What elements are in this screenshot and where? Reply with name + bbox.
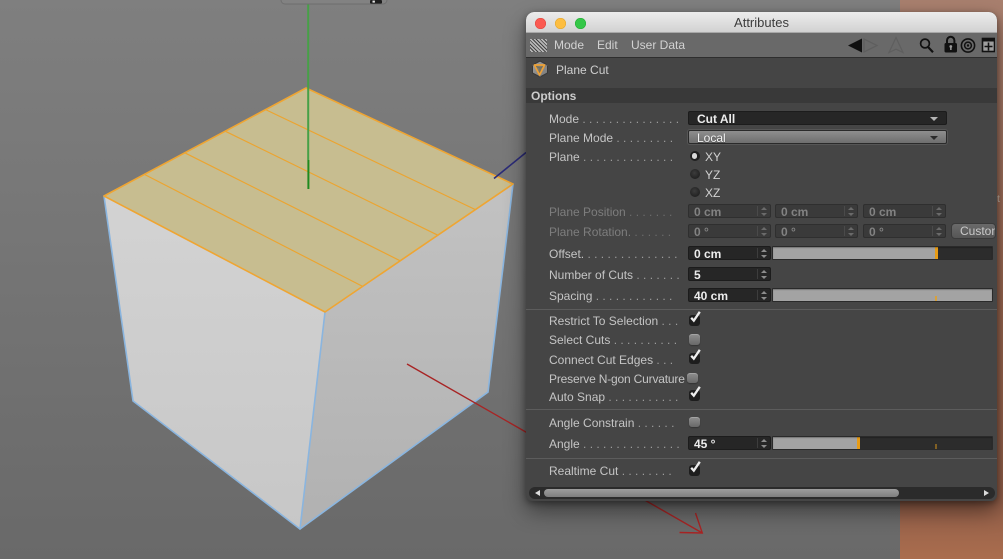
svg-text:t: t — [997, 193, 1000, 205]
